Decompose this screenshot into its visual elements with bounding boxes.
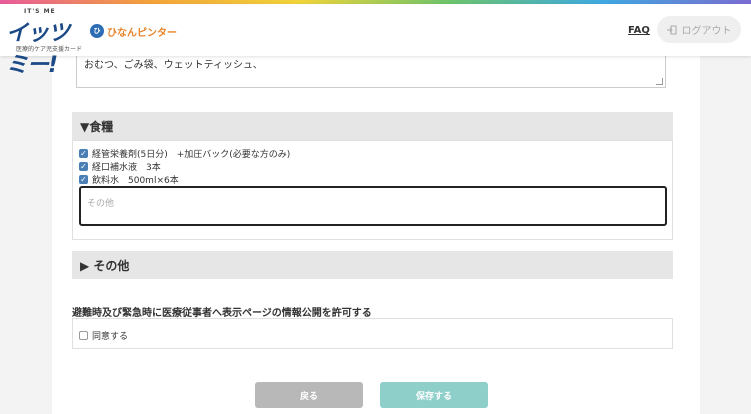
food-section-body: ✓ 経管栄養剤(5日分) +加圧バック(必要な方のみ) ✓ 経口補水液 3本 ✓… xyxy=(72,140,673,240)
checkbox-checked-icon[interactable]: ✓ xyxy=(79,175,88,184)
food-section-header[interactable]: ▼食糧 xyxy=(72,112,673,140)
supplies-textarea[interactable]: おむつ、ごみ袋、ウェットティッシュ、 xyxy=(76,56,666,88)
food-other-placeholder: その他 xyxy=(87,199,115,209)
logo-subtitle: 医療的ケア児支援カード xyxy=(16,46,83,53)
top-bar: IT'S ME イッツミー! 医療的ケア児支援カード ひ ひなんピンター FAQ… xyxy=(0,4,751,78)
consent-checkbox-label: 同意する xyxy=(92,332,129,342)
food-item-2[interactable]: ✓ 経口補水液 3本 xyxy=(79,160,161,173)
back-button[interactable]: 戻る xyxy=(255,382,363,408)
save-button[interactable]: 保存する xyxy=(380,382,488,408)
resize-handle-icon[interactable] xyxy=(656,78,663,85)
logout-icon xyxy=(666,25,676,34)
other-section-title: ▶ その他 xyxy=(80,258,130,273)
food-item-label: 飲料水 500ml×6本 xyxy=(92,176,179,186)
consent-checkbox-row[interactable]: 同意する xyxy=(79,329,128,342)
other-section-header[interactable]: ▶ その他 xyxy=(72,251,673,279)
food-other-input[interactable]: その他 xyxy=(79,186,667,226)
faq-link[interactable]: FAQ xyxy=(628,25,650,36)
food-section-title: ▼食糧 xyxy=(80,119,114,134)
logo-tagline: IT'S ME xyxy=(24,8,56,15)
partner-mark-icon: ひ xyxy=(90,24,104,38)
app-logo[interactable]: IT'S ME イッツミー! 医療的ケア児支援カード xyxy=(6,8,86,78)
partner-logo: ひ ひなんピンター xyxy=(90,22,177,40)
form-panel: おむつ、ごみ袋、ウェットティッシュ、 ▼食糧 ✓ 経管栄養剤(5日分) +加圧バ… xyxy=(52,56,700,414)
partner-name: ひなんピンター xyxy=(107,27,177,39)
food-item-label: 経管栄養剤(5日分) +加圧バック(必要な方のみ) xyxy=(92,150,291,160)
logout-label: ログアウト xyxy=(681,26,732,37)
food-item-3[interactable]: ✓ 飲料水 500ml×6本 xyxy=(79,173,179,186)
food-item-label: 経口補水液 3本 xyxy=(92,163,161,173)
checkbox-checked-icon[interactable]: ✓ xyxy=(79,149,88,158)
supplies-textarea-value: おむつ、ごみ袋、ウェットティッシュ、 xyxy=(84,60,263,71)
checkbox-checked-icon[interactable]: ✓ xyxy=(79,162,88,171)
consent-box: 同意する xyxy=(72,318,673,349)
checkbox-unchecked-icon[interactable] xyxy=(79,331,88,340)
consent-title: 避難時及び緊急時に医療従事者へ表示ページの情報公開を許可する xyxy=(72,308,372,319)
logout-button[interactable]: ログアウト xyxy=(657,16,741,43)
food-item-1[interactable]: ✓ 経管栄養剤(5日分) +加圧バック(必要な方のみ) xyxy=(79,147,290,160)
